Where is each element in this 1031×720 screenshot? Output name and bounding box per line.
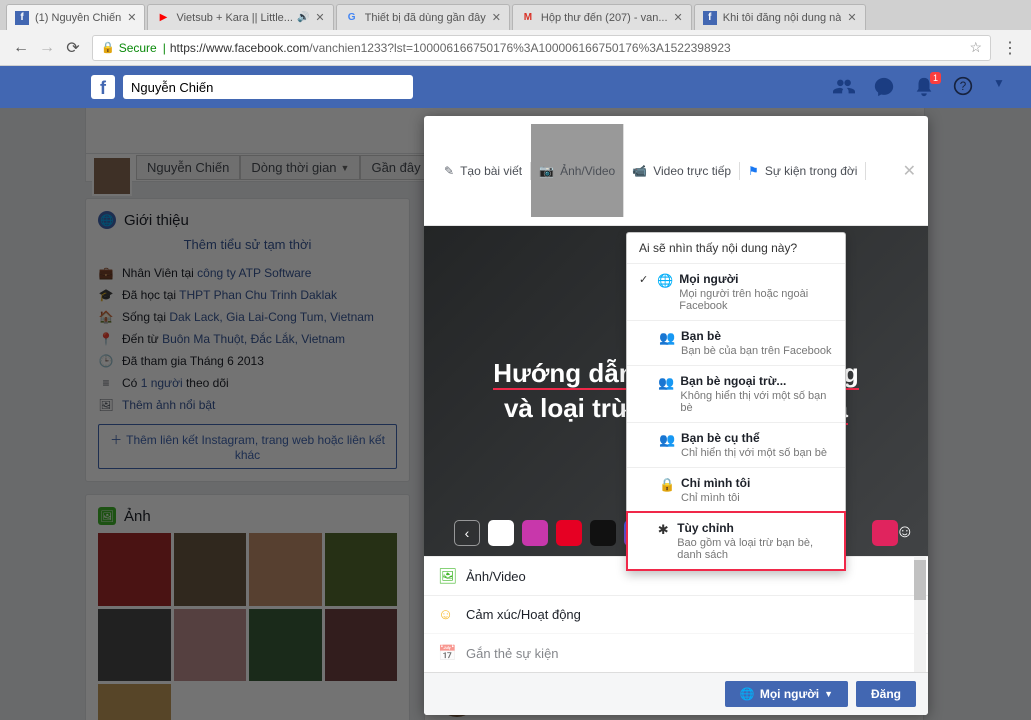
facebook-favicon: f [15, 11, 29, 25]
help-icon[interactable]: ? [953, 76, 975, 98]
tab-title: Thiết bị đã dùng gần đây [365, 12, 486, 24]
audio-icon: 🔊 [297, 12, 309, 23]
video-icon: 📹 [632, 164, 647, 178]
address-bar[interactable]: 🔒 Secure | https://www.facebook.com /van… [92, 35, 991, 61]
audience-button[interactable]: 🌐 Mọi người ▼ [725, 681, 848, 707]
gmail-favicon: M [521, 11, 535, 25]
browser-tab-4[interactable]: f Khi tôi đăng nội dung nà ✕ [694, 4, 866, 30]
tab-live-video[interactable]: 📹Video trực tiếp [624, 162, 740, 180]
action-feeling[interactable]: ☺Cảm xúc/Hoạt động [424, 595, 928, 633]
forward-button[interactable]: → [34, 35, 60, 61]
menu-icon[interactable]: ⋮ [997, 35, 1023, 61]
lock-icon: 🔒 [101, 41, 115, 54]
gear-icon: ✱ [658, 521, 669, 538]
browser-tab-3[interactable]: M Hộp thư đến (207) - van... ✕ [512, 4, 692, 30]
tab-title: Vietsub + Kara || Little... [176, 12, 293, 24]
svg-text:?: ? [960, 80, 967, 93]
scrollbar[interactable] [914, 556, 926, 672]
browser-tab-0[interactable]: f (1) Nguyễn Chiến ✕ [6, 4, 145, 30]
close-icon[interactable]: ✕ [492, 11, 501, 24]
post-button[interactable]: Đăng [856, 681, 916, 707]
pencil-icon: ✎ [444, 164, 454, 178]
bg-swatch-pink[interactable] [872, 520, 898, 546]
browser-tab-2[interactable]: G Thiết bị đã dùng gần đây ✕ [336, 4, 510, 30]
youtube-favicon: ▶ [156, 11, 170, 25]
tab-title: Hộp thư đến (207) - van... [541, 12, 668, 24]
camera-icon: 📷 [539, 164, 554, 178]
friends-icon: 👥 [659, 431, 673, 448]
bg-swatch-red[interactable] [556, 520, 582, 546]
google-favicon: G [345, 11, 359, 25]
privacy-option-friends[interactable]: 👥 Bạn bèBạn bè của bạn trên Facebook [627, 320, 845, 365]
notification-badge: 1 [930, 72, 941, 84]
tab-create-post[interactable]: ✎Tạo bài viết [436, 162, 531, 180]
close-icon[interactable]: ✕ [847, 11, 856, 24]
tab-life-event[interactable]: ⚑Sự kiện trong đời [740, 162, 866, 180]
chevron-down-icon: ▼ [824, 689, 833, 699]
url-host: https://www.facebook.com [170, 41, 309, 55]
secure-label: Secure [119, 41, 157, 55]
flag-icon: ⚑ [748, 164, 759, 178]
url-path: /vanchien1233?lst=100006166750176%3A1000… [309, 41, 730, 55]
browser-tab-strip: f (1) Nguyễn Chiến ✕ ▶ Vietsub + Kara ||… [0, 0, 1031, 30]
bg-swatch-black[interactable] [590, 520, 616, 546]
facebook-favicon: f [703, 11, 717, 25]
notifications-icon[interactable]: 1 [913, 76, 935, 98]
lock-icon: 🔒 [659, 476, 673, 493]
close-icon[interactable]: ✕ [127, 11, 136, 24]
smiley-icon: ☺ [438, 606, 456, 623]
tab-title: Khi tôi đăng nội dung nà [723, 12, 842, 24]
privacy-option-custom[interactable]: ✱ Tùy chỉnhBao gồm và loại trừ bạn bè, d… [626, 511, 846, 571]
back-button[interactable]: ← [8, 35, 34, 61]
scrollbar-thumb[interactable] [914, 560, 926, 600]
chevron-left-icon[interactable]: ‹ [454, 520, 480, 546]
browser-toolbar: ← → ⟳ 🔒 Secure | https://www.facebook.co… [0, 30, 1031, 66]
privacy-option-specific-friends[interactable]: 👥 Bạn bè cụ thểChỉ hiển thị với một số b… [627, 422, 845, 467]
search-input[interactable] [123, 75, 413, 99]
bg-swatch-magenta[interactable] [522, 520, 548, 546]
photo-icon: 🖼 [438, 567, 456, 585]
privacy-option-friends-except[interactable]: 👥 Bạn bè ngoại trừ...Không hiển thị với … [627, 365, 845, 422]
messages-icon[interactable] [873, 76, 895, 98]
calendar-icon: 📅 [438, 644, 456, 662]
tab-title: (1) Nguyễn Chiến [35, 12, 121, 24]
close-icon[interactable]: ✕ [315, 11, 324, 24]
reload-button[interactable]: ⟳ [60, 35, 86, 61]
globe-icon: 🌐 [657, 272, 671, 289]
friends-icon: 👥 [658, 374, 672, 391]
browser-tab-1[interactable]: ▶ Vietsub + Kara || Little... 🔊 ✕ [147, 4, 333, 30]
bookmark-icon[interactable]: ☆ [969, 39, 982, 56]
privacy-menu: Ai sẽ nhìn thấy nội dung này? ✓ 🌐 Mọi ng… [626, 232, 846, 571]
globe-icon: 🌐 [740, 687, 755, 701]
privacy-option-public[interactable]: ✓ 🌐 Mọi ngườiMọi người trên hoặc ngoài F… [627, 263, 845, 320]
facebook-header: f 1 ? ▼ [0, 66, 1031, 108]
close-icon[interactable]: ✕ [903, 161, 916, 181]
action-tag-event[interactable]: 📅Gắn thẻ sự kiện [424, 633, 928, 672]
close-icon[interactable]: ✕ [674, 11, 683, 24]
bg-swatch-white[interactable] [488, 520, 514, 546]
friend-requests-icon[interactable] [833, 76, 855, 98]
facebook-logo[interactable]: f [91, 75, 115, 99]
friends-icon: 👥 [659, 329, 673, 346]
tab-photo-video[interactable]: 📷Ảnh/Video [531, 124, 624, 217]
privacy-menu-title: Ai sẽ nhìn thấy nội dung này? [627, 233, 845, 263]
privacy-option-only-me[interactable]: 🔒 Chỉ mình tôiChỉ mình tôi [627, 467, 845, 512]
check-icon: ✓ [639, 272, 649, 286]
chevron-down-icon[interactable]: ▼ [993, 76, 1015, 98]
